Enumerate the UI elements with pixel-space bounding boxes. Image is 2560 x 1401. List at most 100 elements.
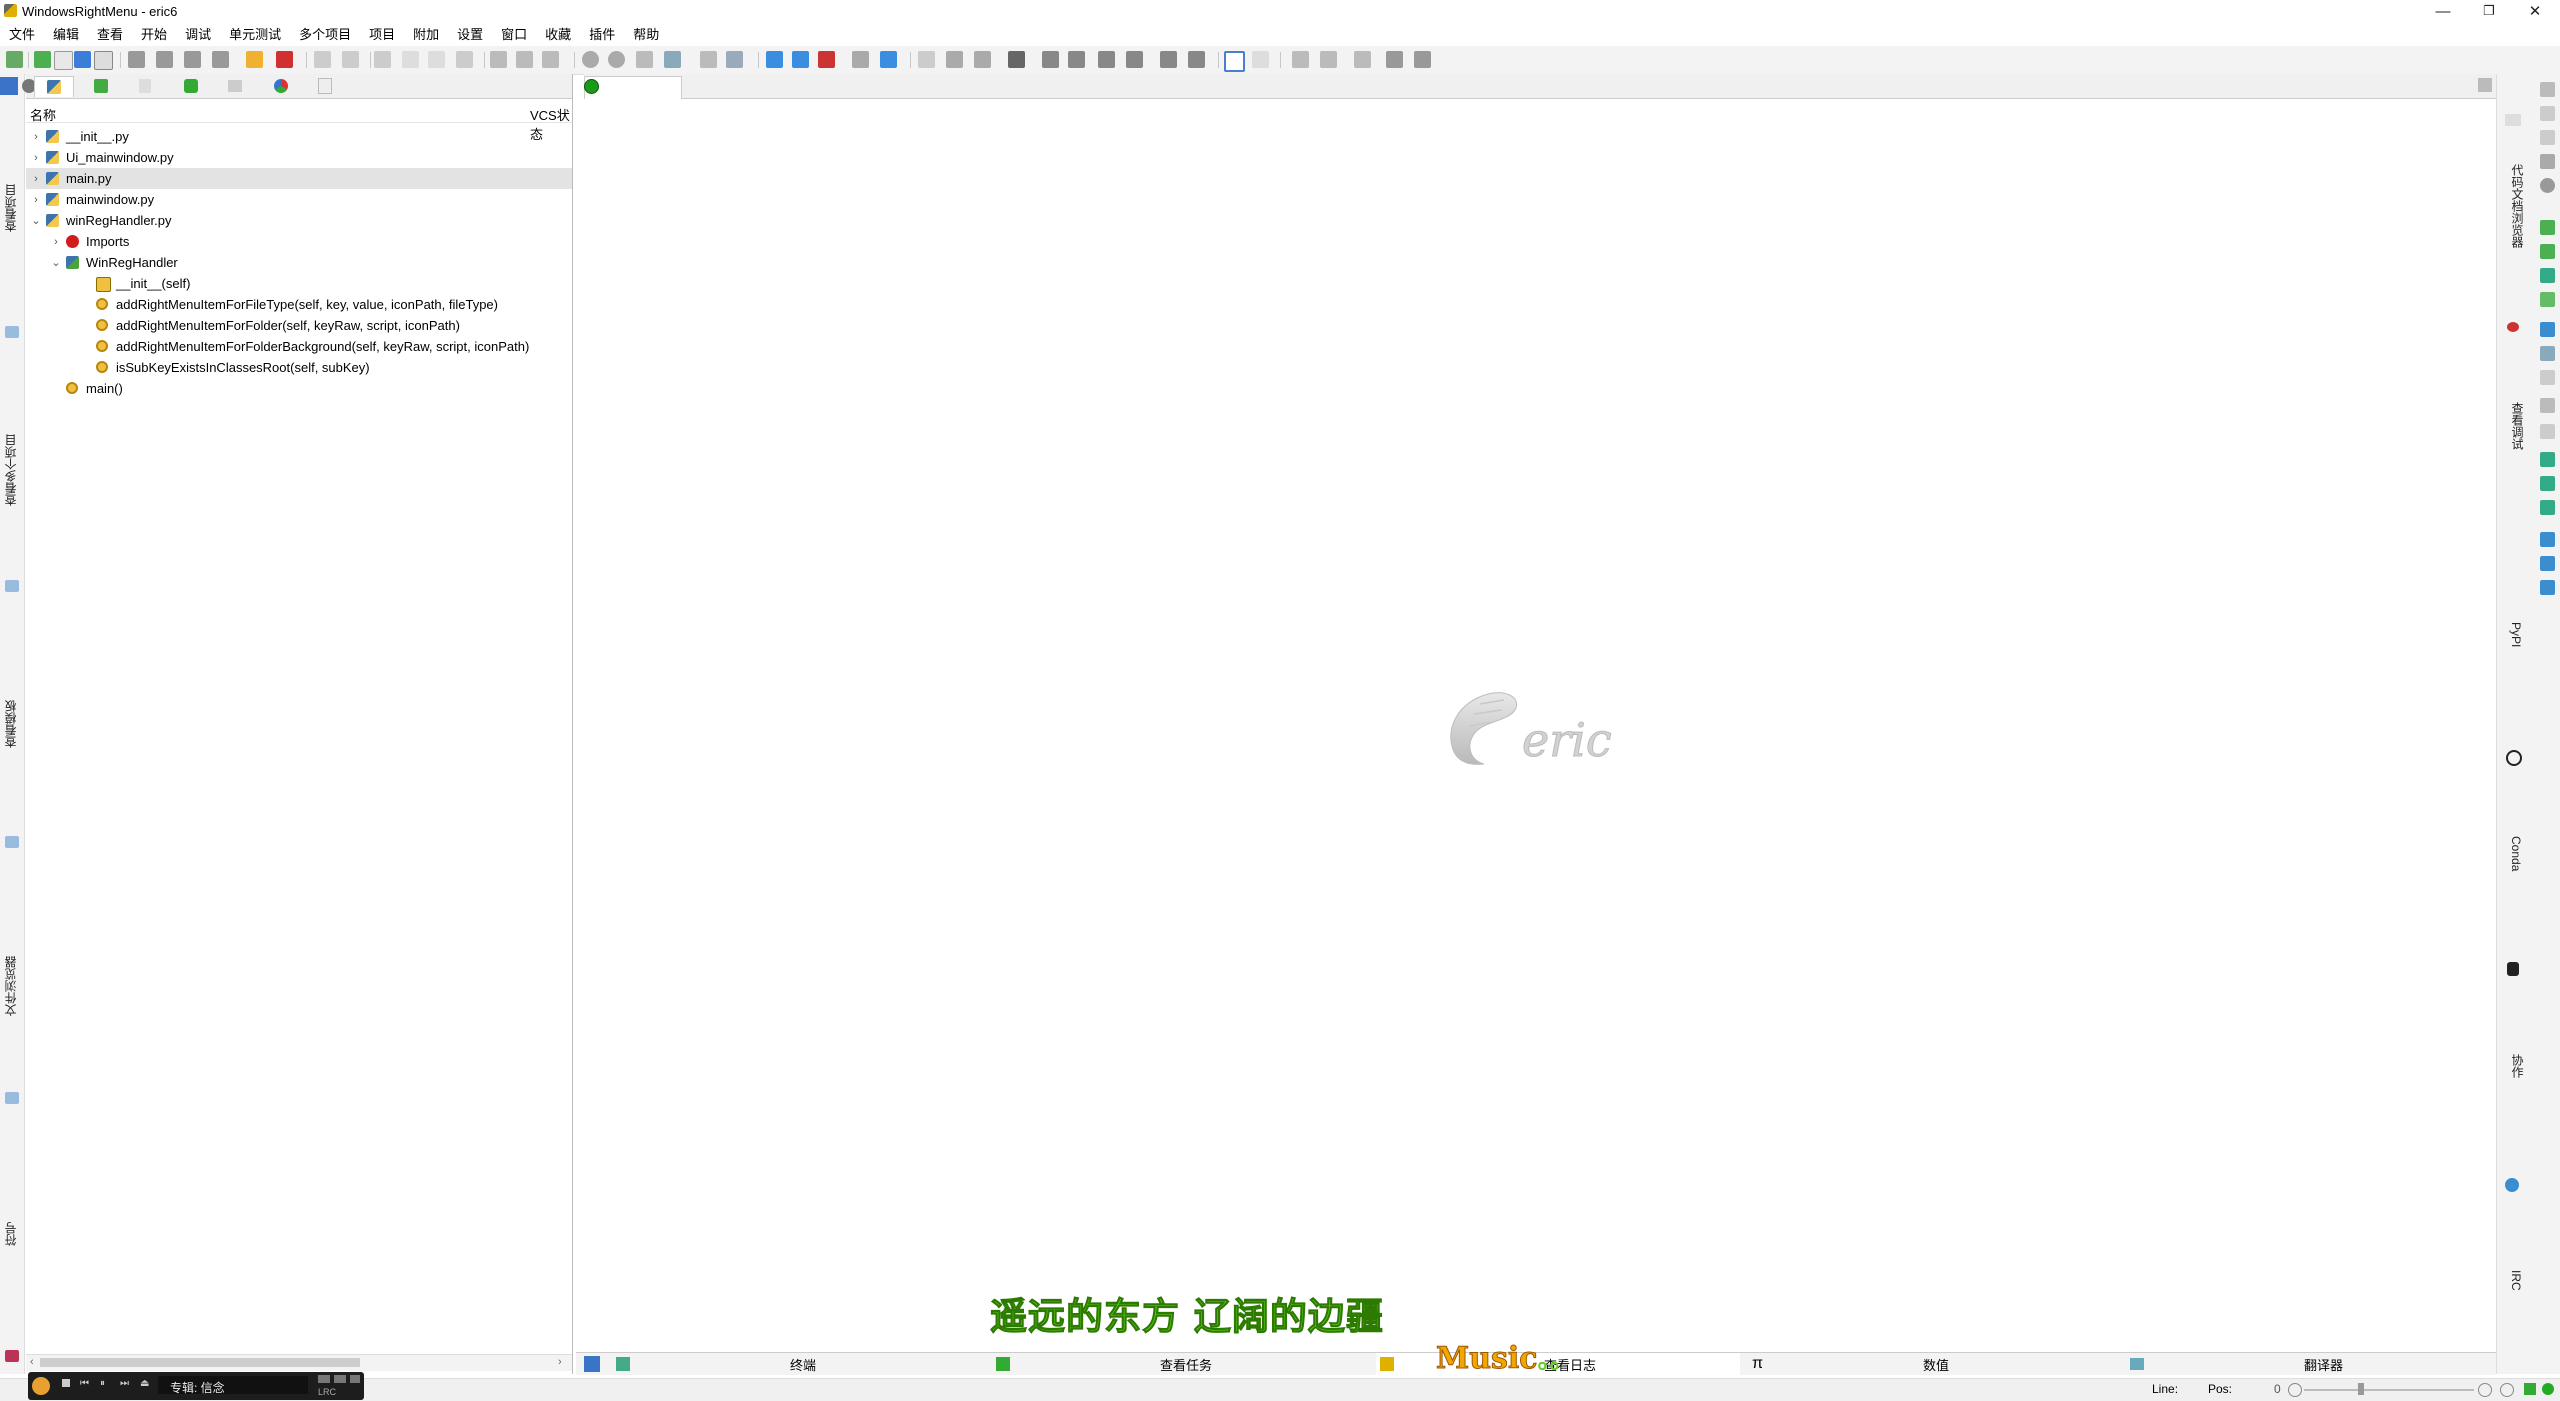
zoom-out-icon[interactable] bbox=[2288, 1383, 2302, 1397]
search-icon[interactable] bbox=[636, 51, 653, 68]
tree-item[interactable]: addRightMenuItemForFolder(self, keyRaw, … bbox=[26, 315, 572, 336]
open-icon[interactable] bbox=[94, 51, 113, 70]
tab-tasks[interactable]: 查看任务 bbox=[996, 1353, 1212, 1375]
player-minimize-icon[interactable] bbox=[318, 1375, 330, 1383]
tab-sources[interactable] bbox=[34, 76, 74, 97]
tab-pypi[interactable]: PyPI bbox=[2509, 622, 2523, 647]
new-file-icon[interactable] bbox=[34, 51, 51, 68]
tab-forms[interactable] bbox=[82, 76, 120, 96]
close-project-icon[interactable] bbox=[818, 51, 835, 68]
save-copy-icon[interactable] bbox=[212, 51, 229, 68]
menu-window[interactable]: 窗口 bbox=[492, 24, 536, 43]
tree-item[interactable]: __init__(self) bbox=[26, 273, 572, 294]
tree-item[interactable]: addRightMenuItemForFolderBackground(self… bbox=[26, 336, 572, 357]
new-project-icon[interactable] bbox=[766, 51, 783, 68]
eject-icon[interactable]: ⏏ bbox=[140, 1378, 149, 1389]
tab-cooperation[interactable]: 协作 bbox=[2509, 1054, 2526, 1078]
scroll-right-icon[interactable]: › bbox=[558, 1356, 562, 1368]
menu-project[interactable]: 项目 bbox=[360, 24, 404, 43]
prev-icon[interactable]: ⏮ bbox=[80, 1378, 89, 1389]
tab-debug-viewer[interactable]: 查看调试 bbox=[2509, 402, 2526, 450]
zoom-slider-handle[interactable] bbox=[2358, 1383, 2364, 1395]
whatsthis-icon[interactable] bbox=[6, 51, 23, 68]
tab-view-project[interactable]: 查看项目 bbox=[2, 184, 19, 232]
tool-icon-5[interactable] bbox=[2540, 178, 2555, 193]
tool-icon-13[interactable] bbox=[2540, 398, 2555, 413]
bookmark-prev-icon[interactable] bbox=[974, 51, 991, 68]
tab-conda[interactable]: Conda bbox=[2509, 836, 2523, 871]
tool-icon-8[interactable] bbox=[2540, 268, 2555, 283]
tool-icon-3[interactable] bbox=[2540, 130, 2555, 145]
tab-resources[interactable] bbox=[172, 76, 210, 96]
player-close-icon[interactable] bbox=[350, 1375, 360, 1383]
save-all-icon[interactable] bbox=[184, 51, 201, 68]
new-window-icon[interactable] bbox=[54, 51, 73, 70]
zoom-reset-icon[interactable] bbox=[2500, 1383, 2514, 1397]
export-icon[interactable] bbox=[246, 51, 263, 68]
goto-icon[interactable] bbox=[1098, 51, 1115, 68]
tab-irc[interactable]: IRC bbox=[2509, 1270, 2523, 1291]
tool-icon-20[interactable] bbox=[2540, 580, 2555, 595]
toggle-comment-icon[interactable] bbox=[542, 51, 559, 68]
chevron-right-icon[interactable]: › bbox=[30, 152, 42, 164]
tree-item[interactable]: main() bbox=[26, 378, 572, 399]
tool-icon-2[interactable] bbox=[2540, 106, 2555, 121]
goto-back-icon[interactable] bbox=[1126, 51, 1143, 68]
tool-icon-19[interactable] bbox=[2540, 556, 2555, 571]
delete-icon[interactable] bbox=[456, 51, 473, 68]
tab-terminal[interactable]: 终端 bbox=[616, 1353, 816, 1375]
reload-icon[interactable] bbox=[582, 51, 599, 68]
project-properties-icon[interactable] bbox=[852, 51, 869, 68]
tree-item[interactable]: ⌄ winRegHandler.py bbox=[26, 210, 572, 231]
player-avatar-icon[interactable] bbox=[32, 1377, 50, 1395]
debug-profile-icon[interactable] bbox=[1414, 51, 1431, 68]
preview-icon[interactable] bbox=[1252, 51, 1269, 68]
prev-task-icon[interactable] bbox=[1188, 51, 1205, 68]
menu-plugins[interactable]: 插件 bbox=[580, 24, 624, 43]
uncomment-icon[interactable] bbox=[516, 51, 533, 68]
view-tabs-icon[interactable] bbox=[1320, 51, 1337, 68]
tree-item[interactable]: addRightMenuItemForFileType(self, key, v… bbox=[26, 294, 572, 315]
menu-multiproject[interactable]: 多个项目 bbox=[290, 24, 360, 43]
pdf-icon[interactable] bbox=[276, 51, 293, 68]
menu-start[interactable]: 开始 bbox=[132, 24, 176, 43]
view-profile-icon[interactable] bbox=[1354, 51, 1371, 68]
search-files-icon[interactable] bbox=[664, 51, 681, 68]
menu-bookmarks[interactable]: 收藏 bbox=[536, 24, 580, 43]
cut-icon[interactable] bbox=[374, 51, 391, 68]
restore-button[interactable]: ❐ bbox=[2466, 0, 2512, 22]
view-split-icon[interactable] bbox=[1292, 51, 1309, 68]
chevron-right-icon[interactable]: › bbox=[30, 173, 42, 185]
tab-others[interactable] bbox=[306, 76, 344, 96]
chevron-right-icon[interactable]: › bbox=[30, 194, 42, 206]
pause-icon[interactable]: ⏸ bbox=[100, 1378, 105, 1389]
minimize-button[interactable]: — bbox=[2420, 0, 2466, 22]
comment-icon[interactable] bbox=[490, 51, 507, 68]
filter-icon[interactable] bbox=[584, 1356, 600, 1372]
tool-icon-18[interactable] bbox=[2540, 532, 2555, 547]
menu-view[interactable]: 查看 bbox=[88, 24, 132, 43]
tab-view-multiproject[interactable]: 查看多个项目 bbox=[2, 434, 19, 506]
step-icon[interactable] bbox=[1042, 51, 1059, 68]
zoom-slider[interactable] bbox=[2304, 1389, 2474, 1391]
player-mode-icon[interactable] bbox=[334, 1375, 346, 1383]
paste-icon[interactable] bbox=[428, 51, 445, 68]
tool-icon-12[interactable] bbox=[2540, 370, 2555, 385]
open-project-icon[interactable] bbox=[792, 51, 809, 68]
tool-icon-7[interactable] bbox=[2540, 244, 2555, 259]
copy-icon[interactable] bbox=[402, 51, 419, 68]
save-icon[interactable] bbox=[128, 51, 145, 68]
menu-file[interactable]: 文件 bbox=[0, 24, 44, 43]
chevron-down-icon[interactable]: ⌄ bbox=[30, 214, 42, 227]
tool-icon-11[interactable] bbox=[2540, 346, 2555, 361]
lrc-button[interactable]: LRC bbox=[318, 1387, 336, 1397]
replace-icon[interactable] bbox=[726, 51, 743, 68]
tab-protocols[interactable] bbox=[262, 76, 300, 96]
bookmark-next-icon[interactable] bbox=[946, 51, 963, 68]
redo-icon[interactable] bbox=[342, 51, 359, 68]
horizontal-scrollbar[interactable]: ‹ › bbox=[26, 1354, 572, 1371]
tree-item[interactable]: › main.py bbox=[26, 168, 572, 189]
close-button[interactable]: ✕ bbox=[2512, 0, 2558, 22]
tool-icon-4[interactable] bbox=[2540, 154, 2555, 169]
save-project-icon[interactable] bbox=[880, 51, 897, 68]
